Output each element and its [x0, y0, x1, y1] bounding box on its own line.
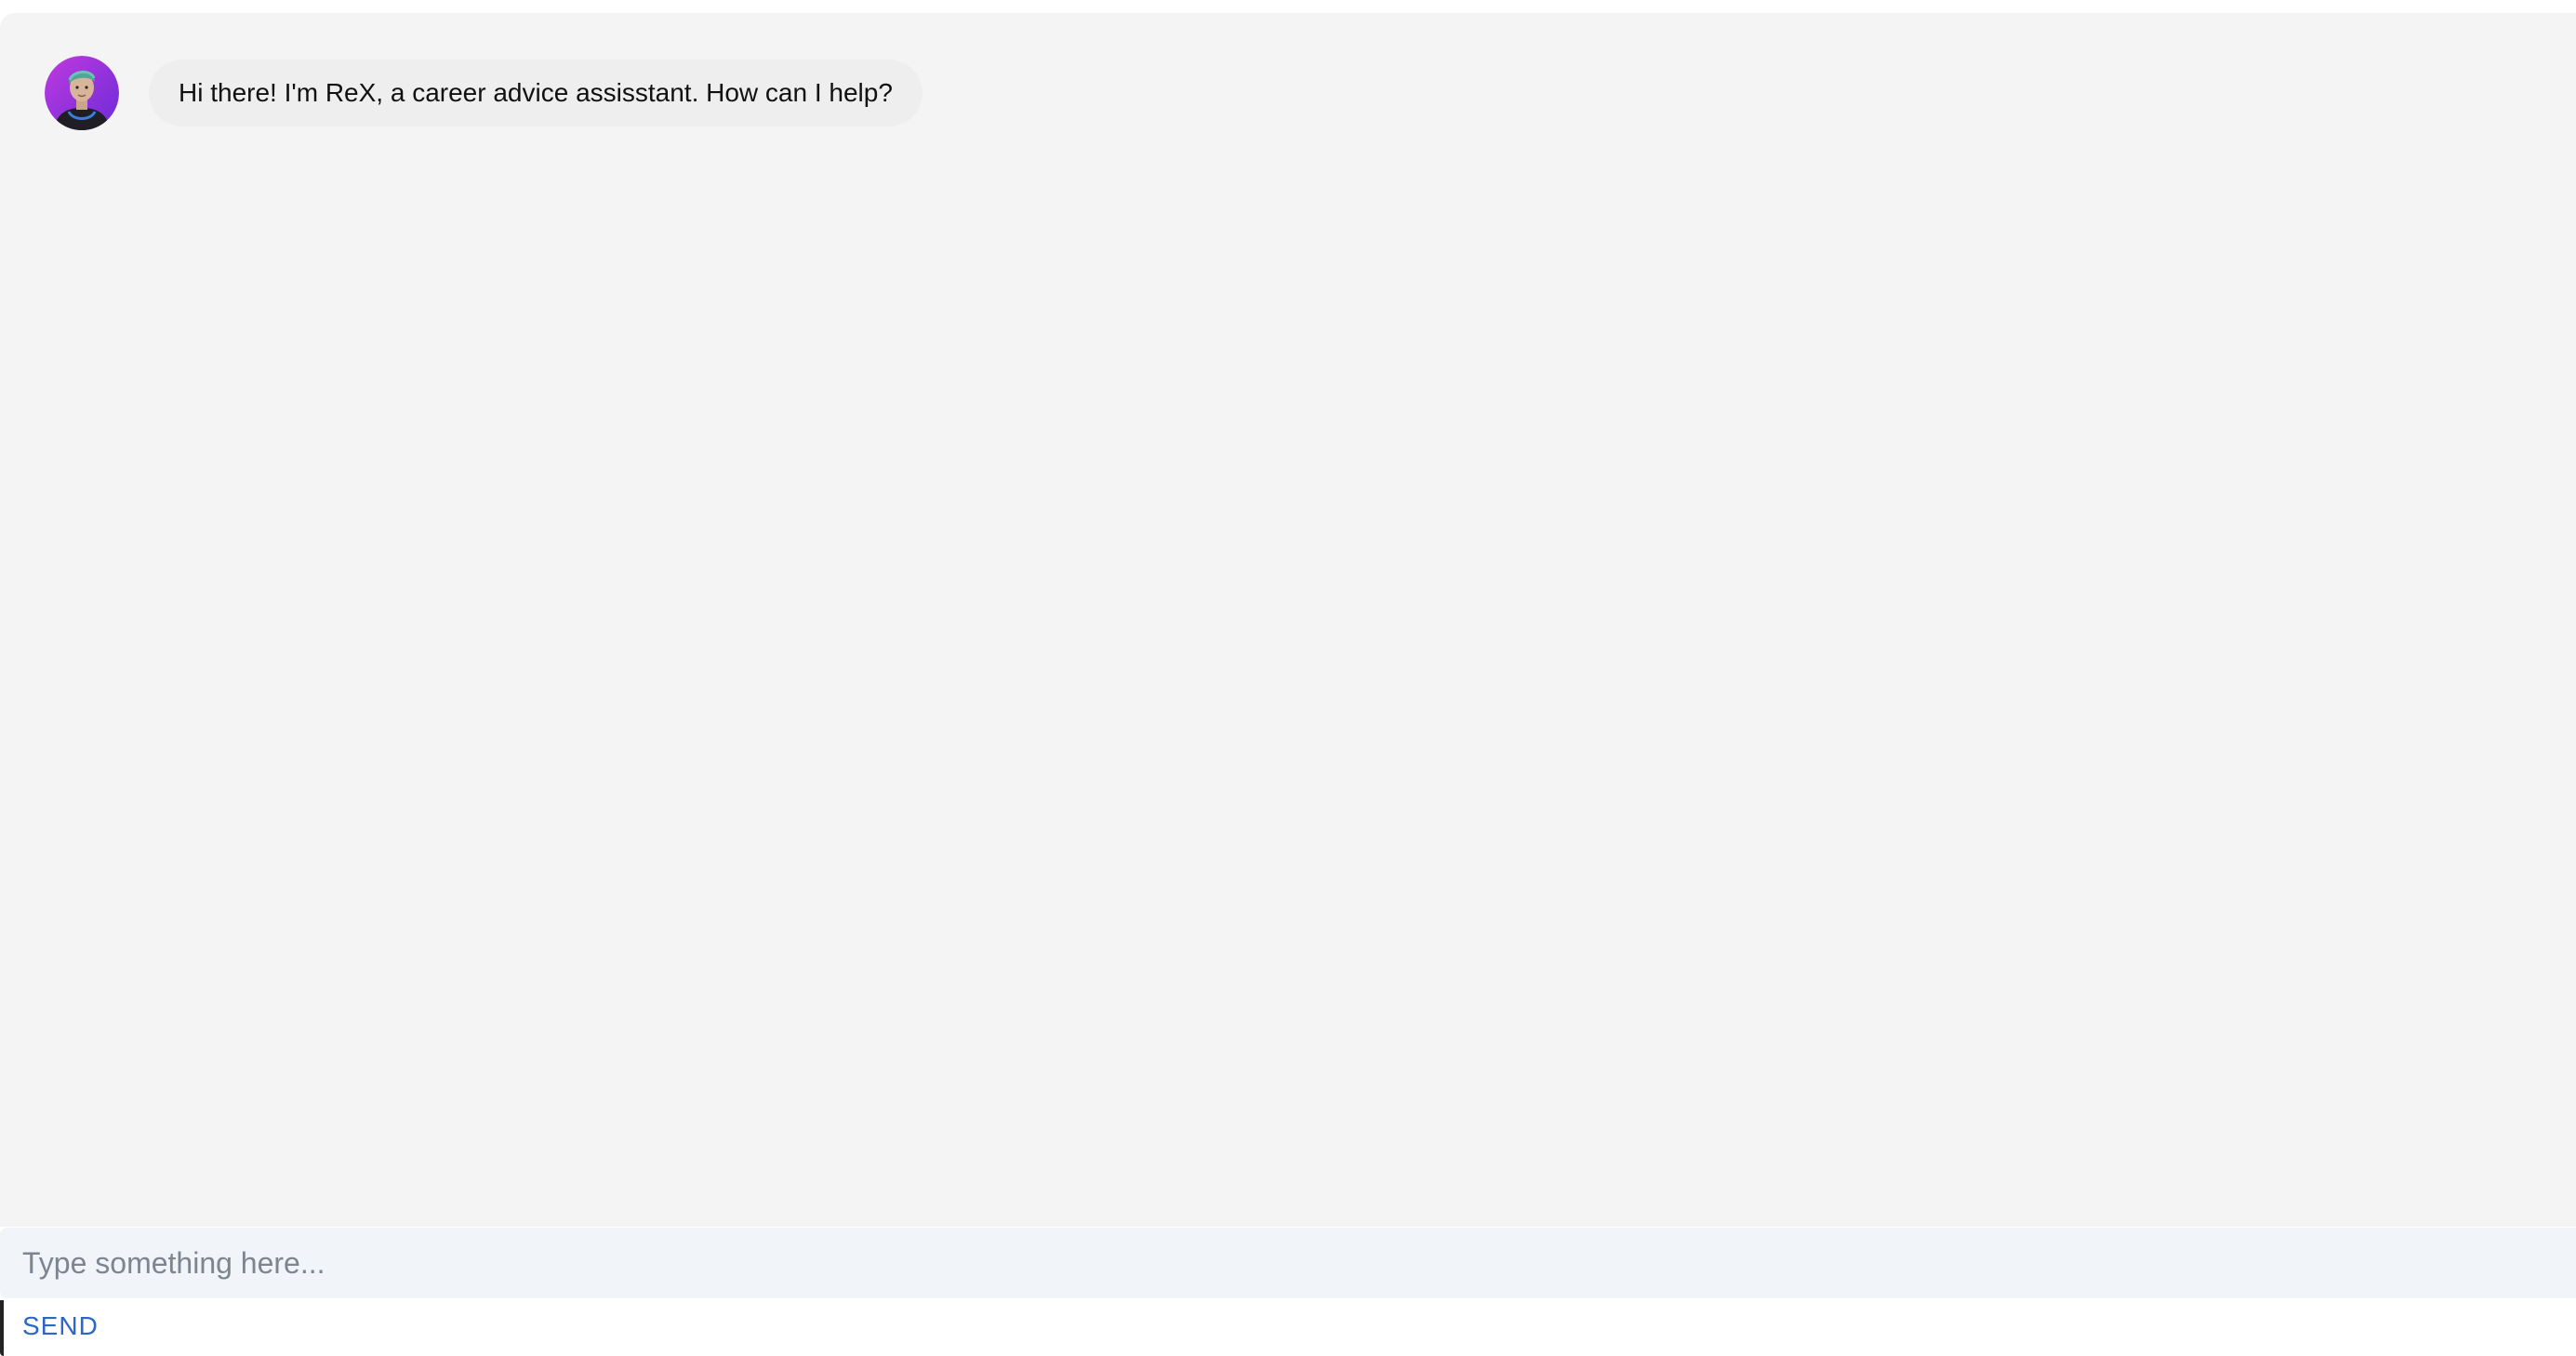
message-input-container	[0, 1228, 2576, 1298]
assistant-avatar-icon	[45, 56, 119, 130]
window-edge	[0, 1300, 4, 1356]
assistant-message-row: Hi there! I'm ReX, a career advice assis…	[45, 56, 923, 130]
chat-message-area[interactable]: Hi there! I'm ReX, a career advice assis…	[0, 13, 2576, 1227]
assistant-message-bubble: Hi there! I'm ReX, a career advice assis…	[149, 60, 923, 126]
send-button[interactable]: SEND	[22, 1311, 99, 1341]
chat-app: Hi there! I'm ReX, a career advice assis…	[0, 0, 2576, 1356]
message-input[interactable]	[0, 1228, 2576, 1298]
